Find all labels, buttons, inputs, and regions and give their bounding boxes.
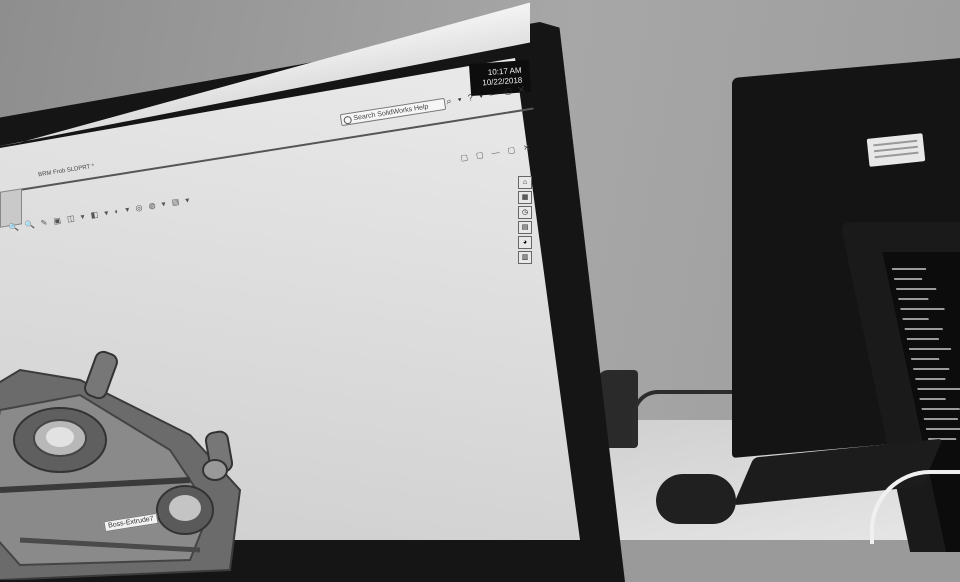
- taskpane-palette-icon[interactable]: ▤: [518, 221, 532, 234]
- taskpane-library-icon[interactable]: ▦: [518, 191, 532, 204]
- monitor-sticker: [866, 133, 926, 167]
- search-icon: [343, 115, 353, 125]
- computer-mouse: [656, 474, 736, 524]
- taskpane-resources-icon[interactable]: ⌂: [518, 176, 532, 189]
- taskpane-explorer-icon[interactable]: ◷: [518, 206, 532, 219]
- cad-part-model[interactable]: [0, 340, 250, 580]
- task-pane: ⌂ ▦ ◷ ▤ ◕ ▥: [518, 176, 532, 264]
- taskpane-properties-icon[interactable]: ▥: [518, 251, 532, 264]
- taskpane-appearance-icon[interactable]: ◕: [518, 236, 532, 249]
